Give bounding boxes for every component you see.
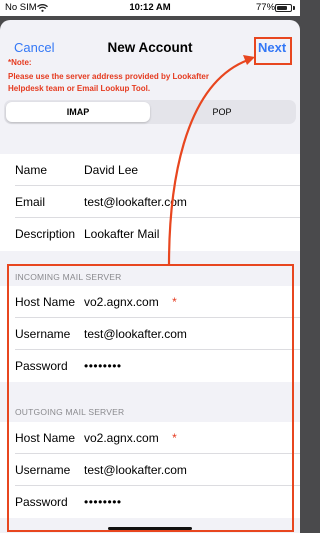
name-row[interactable]: Name David Lee <box>0 154 300 186</box>
description-field[interactable]: Lookafter Mail <box>84 227 159 241</box>
server-settings-highlight-box <box>7 264 294 532</box>
battery-icon <box>275 4 292 12</box>
status-bar: No SIM 10:12 AM 77% <box>0 0 300 16</box>
email-label: Email <box>15 195 46 209</box>
account-info-group: Name David Lee Email test@lookafter.com … <box>0 154 300 251</box>
cancel-button[interactable]: Cancel <box>14 40 54 55</box>
protocol-segmented-control: IMAP POP <box>4 100 296 124</box>
note-title: *Note: <box>8 58 32 67</box>
email-field[interactable]: test@lookafter.com <box>84 195 187 209</box>
description-row[interactable]: Description Lookafter Mail <box>0 218 300 250</box>
clock: 10:12 AM <box>129 2 171 13</box>
note-text: Please use the server address provided b… <box>8 72 209 93</box>
segment-imap[interactable]: IMAP <box>6 102 150 122</box>
battery-tip <box>293 6 295 10</box>
email-row[interactable]: Email test@lookafter.com <box>0 186 300 218</box>
description-label: Description <box>15 227 76 241</box>
name-field[interactable]: David Lee <box>84 163 138 177</box>
battery-percent: 77% <box>256 2 276 13</box>
name-label: Name <box>15 163 48 177</box>
home-indicator <box>108 527 192 530</box>
next-highlight-box <box>254 37 292 65</box>
segment-pop[interactable]: POP <box>150 102 294 122</box>
